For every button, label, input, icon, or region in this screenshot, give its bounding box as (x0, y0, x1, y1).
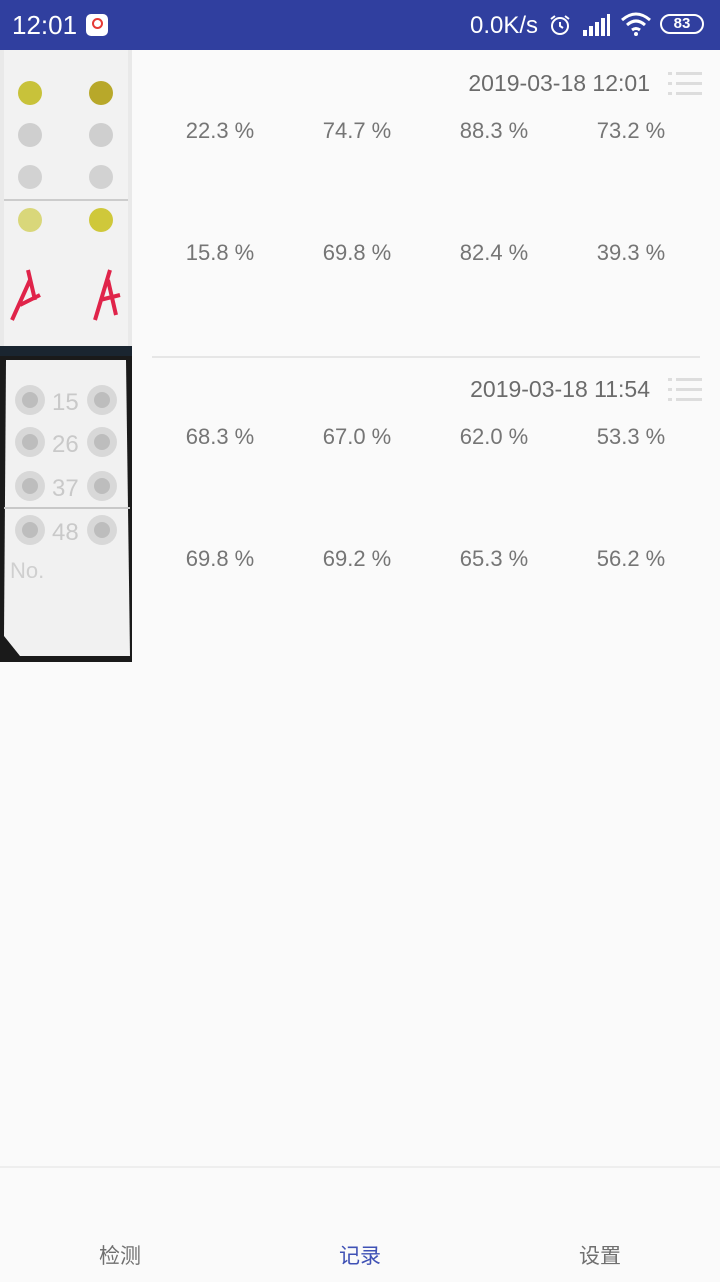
bottom-navigation: 检测 记录 设置 (0, 1166, 720, 1282)
svg-text:15: 15 (52, 389, 79, 416)
svg-text:37: 37 (52, 475, 79, 502)
value-cell: 22.3 % (185, 118, 255, 143)
list-menu-icon[interactable] (668, 70, 702, 98)
network-speed: 0.0K/s (470, 12, 539, 39)
nav-tab-records[interactable]: 记录 (300, 1240, 420, 1270)
record-item[interactable]: 2019-03-18 12:01 22.3 % 74.7 % 88.3 % 73… (0, 50, 720, 356)
value-cell: 82.4 % (459, 240, 529, 265)
value-cell: 69.8 % (185, 546, 255, 571)
test-strip-thumbnail[interactable] (0, 50, 132, 356)
clock: 12:01 (12, 10, 78, 40)
value-cell: 56.2 % (596, 546, 666, 571)
nav-tab-detect[interactable]: 检测 (60, 1240, 180, 1270)
value-cell: 73.2 % (596, 118, 666, 143)
value-cell: 68.3 % (185, 424, 255, 449)
value-cell: 74.7 % (322, 118, 392, 143)
wifi-icon (621, 12, 651, 36)
value-cell: 88.3 % (459, 118, 529, 143)
value-cell: 65.3 % (459, 546, 529, 571)
record-datetime: 2019-03-18 12:01 (468, 70, 650, 96)
signal-icon (583, 14, 610, 36)
value-cell: 39.3 % (596, 240, 666, 265)
status-bar: 12:01 0.0K/s 83 (0, 0, 720, 50)
svg-text:26: 26 (52, 431, 79, 458)
value-cell: 69.8 % (322, 240, 392, 265)
notification-icon (86, 14, 108, 36)
value-cell: 62.0 % (459, 424, 529, 449)
value-cell: 15.8 % (185, 240, 255, 265)
alarm-icon (550, 15, 570, 35)
record-datetime: 2019-03-18 11:54 (470, 376, 650, 402)
nav-tab-settings[interactable]: 设置 (540, 1240, 660, 1270)
strip-image-1 (0, 50, 132, 356)
value-cell: 69.2 % (322, 546, 392, 571)
value-cell: 53.3 % (596, 424, 666, 449)
strip-image-2: 15 26 37 48 No. (0, 356, 132, 662)
list-menu-icon[interactable] (668, 376, 702, 404)
svg-text:No.: No. (10, 558, 44, 583)
svg-text:48: 48 (52, 519, 79, 546)
record-item[interactable]: 15 26 37 48 No. 2019-03-18 11:54 68.3 % … (0, 356, 720, 662)
value-cell: 67.0 % (322, 424, 392, 449)
test-strip-thumbnail[interactable]: 15 26 37 48 No. (0, 356, 132, 662)
battery-icon: 83 (660, 14, 704, 34)
